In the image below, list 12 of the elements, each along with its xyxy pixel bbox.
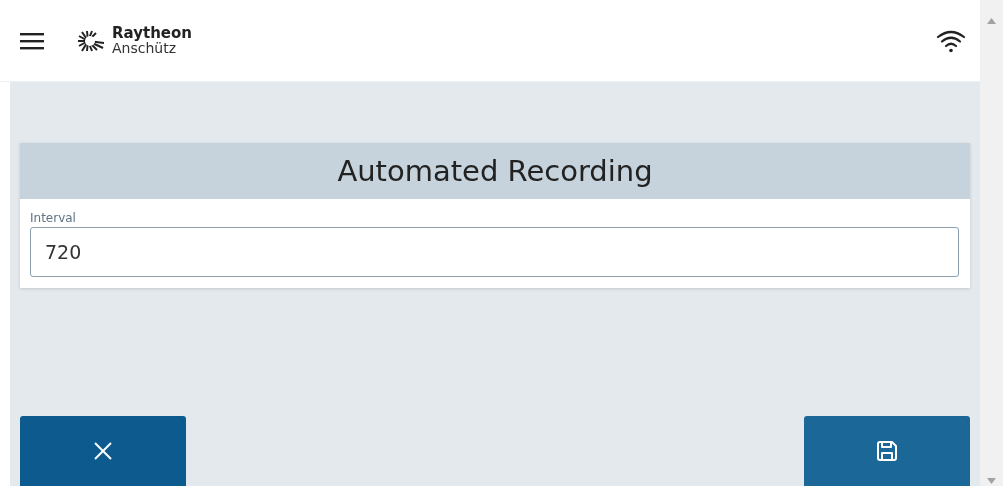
brand-name: Raytheon xyxy=(112,26,192,41)
scroll-down-icon[interactable] xyxy=(987,478,996,484)
interval-field[interactable]: 720 xyxy=(30,227,959,277)
close-icon xyxy=(94,442,112,460)
wifi-icon xyxy=(936,28,966,53)
save-button[interactable] xyxy=(804,416,970,486)
brand-subtitle: Anschütz xyxy=(112,41,177,55)
menu-icon[interactable] xyxy=(20,31,44,50)
field-label: Interval xyxy=(30,211,77,225)
card-title: Automated Recording xyxy=(337,154,653,188)
scroll-up-icon[interactable] xyxy=(987,18,996,24)
sunburst-logo-icon xyxy=(76,29,106,52)
